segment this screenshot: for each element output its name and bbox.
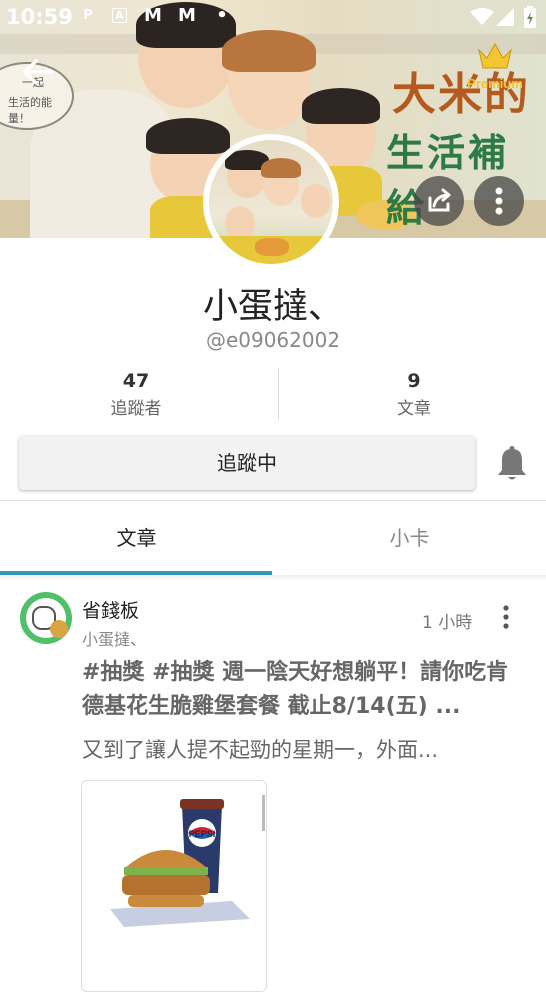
- notification-icon: A: [112, 8, 127, 23]
- notification-bell-button[interactable]: [496, 446, 528, 482]
- following-button[interactable]: 追蹤中: [19, 436, 475, 490]
- status-bar: 10:59 P A M M •: [0, 0, 546, 34]
- more-notifications-icon: •: [216, 5, 228, 26]
- post-author[interactable]: 小蛋撻、: [82, 626, 146, 650]
- avatar-face: [225, 206, 255, 240]
- post-time: 1 小時: [422, 613, 473, 633]
- post-title[interactable]: #抽獎 #抽獎 週一陰天好想躺平！請你吃肯德基花生脆雞堡套餐 截止8/14(五)…: [82, 656, 522, 724]
- share-icon: [428, 188, 451, 212]
- board-avatar[interactable]: [20, 592, 72, 644]
- gmail-icon: M: [178, 5, 196, 26]
- followers-count: 47: [122, 370, 150, 392]
- user-mini-avatar: [50, 620, 68, 638]
- premium-label: Premium: [467, 76, 523, 91]
- post-more-button[interactable]: [496, 604, 516, 630]
- wifi-icon: [470, 8, 494, 25]
- gmail-icon: M: [144, 5, 162, 26]
- post-board-name[interactable]: 省錢板: [82, 596, 139, 623]
- thumbnail-label: PEPSI: [189, 829, 216, 839]
- tab-posts[interactable]: 文章: [0, 501, 273, 575]
- notification-icon: P: [83, 8, 93, 23]
- back-button[interactable]: [18, 52, 58, 92]
- more-vertical-icon: [503, 605, 509, 629]
- stat-posts[interactable]: 9 文章: [278, 370, 546, 419]
- battery-icon: [524, 6, 536, 28]
- avatar-face: [301, 184, 331, 218]
- posts-count: 9: [407, 370, 421, 392]
- status-time: 10:59: [6, 5, 73, 29]
- bell-icon: [498, 446, 526, 480]
- burger-meal-image: PEPSI: [110, 795, 265, 927]
- back-arrow-icon: [23, 59, 54, 85]
- followers-label: 追蹤者: [110, 399, 162, 419]
- profile-name: 小蛋撻、: [202, 287, 343, 327]
- profile-avatar[interactable]: [203, 134, 339, 270]
- share-button[interactable]: [414, 176, 464, 226]
- premium-badge: Premium: [460, 42, 530, 91]
- posts-label: 文章: [397, 399, 431, 419]
- post-excerpt[interactable]: 又到了讓人提不起勁的星期一，外面...: [82, 734, 522, 764]
- profile-tabs: 文章 小卡: [0, 500, 546, 576]
- more-vertical-icon: [495, 187, 503, 215]
- more-options-button[interactable]: [474, 176, 524, 226]
- tab-cards[interactable]: 小卡: [273, 501, 546, 575]
- stat-followers[interactable]: 47 追蹤者: [0, 370, 272, 419]
- signal-icon: [496, 8, 514, 26]
- avatar-food: [255, 238, 289, 256]
- post-thumbnail[interactable]: PEPSI: [81, 780, 267, 992]
- profile-handle: @e09062002: [205, 328, 341, 352]
- crown-icon: [478, 42, 512, 69]
